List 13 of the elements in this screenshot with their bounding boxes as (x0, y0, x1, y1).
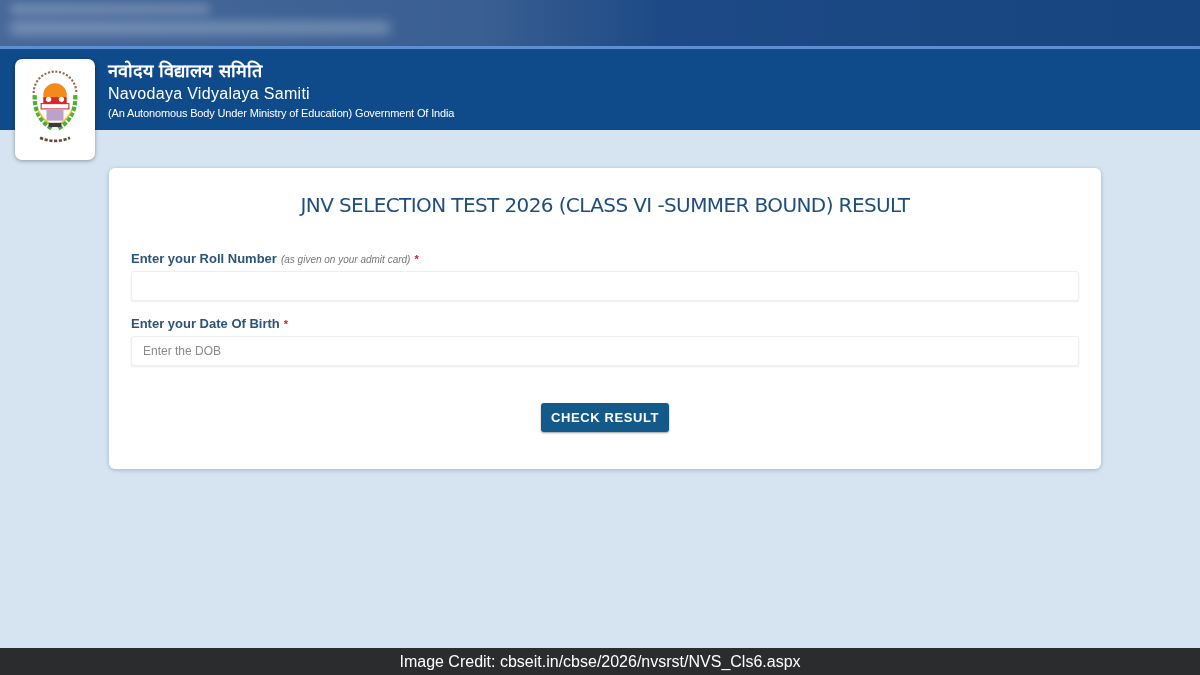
field-label: Enter your Date Of Birth (131, 315, 280, 333)
input-field[interactable]: Enter the DOB (131, 336, 1079, 366)
field-hint: (as given on your admit card) (280, 253, 411, 267)
form-title: JNV SELECTION TEST 2026 (CLASS VI -SUMMER BOUND) RESULT (298, 192, 911, 219)
field-label: Enter your Roll Number (131, 250, 277, 268)
org-name-hindi: नवोदय विद्यालय समिति (108, 59, 264, 83)
org-tagline: (An Autonomous Body Under Ministry of Education) Government Of India (108, 106, 455, 120)
check-result-button[interactable]: CHECK RESULT (540, 403, 670, 432)
image-credit-text: Image Credit: cbseit.in/cbse/2026/nvsrst/NVS_Cls6.aspx (399, 651, 801, 672)
emblem-icon (15, 59, 95, 160)
required-asterisk: * (283, 317, 289, 331)
org-name: Navodaya Vidyalaya Samiti (108, 84, 311, 104)
required-asterisk: * (414, 252, 419, 266)
